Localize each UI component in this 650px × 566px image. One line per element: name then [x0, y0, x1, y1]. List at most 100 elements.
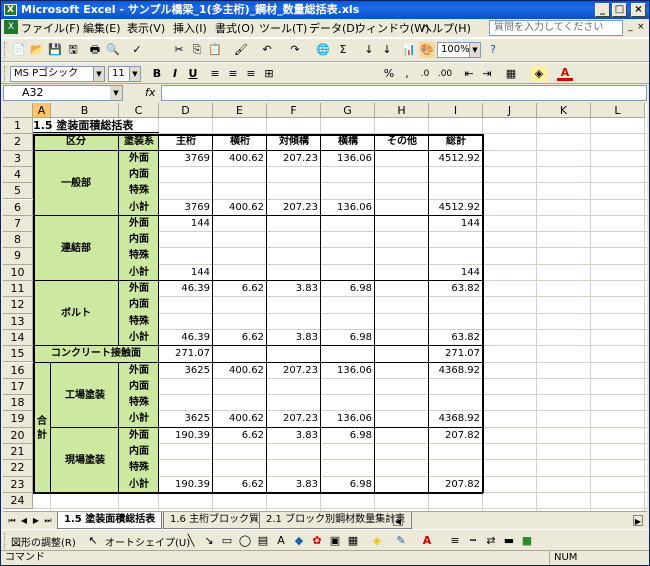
value-cell[interactable]	[375, 428, 429, 444]
row-header-5[interactable]: 5	[3, 183, 33, 200]
undo-icon[interactable]: ↶	[259, 42, 275, 58]
row-header-6[interactable]: 6	[3, 199, 33, 216]
save-icon[interactable]: 💾	[47, 42, 63, 58]
value-cell[interactable]: 3625	[159, 411, 213, 427]
column-header-j[interactable]: J	[483, 103, 537, 118]
arrow-style-icon[interactable]: ⇄	[483, 533, 499, 549]
header-sway[interactable]: 対傾構	[267, 134, 321, 150]
value-cell[interactable]	[375, 477, 429, 493]
value-cell[interactable]: 136.06	[321, 200, 375, 216]
group-bolt[interactable]: ボルト	[33, 281, 119, 346]
column-header-h[interactable]: H	[375, 103, 429, 118]
value-cell[interactable]: 207.23	[267, 151, 321, 167]
value-cell[interactable]	[429, 297, 483, 313]
zoom-select[interactable]: 100% ▼	[437, 42, 481, 58]
group-concrete[interactable]: コンクリート接触面	[33, 346, 159, 362]
fx-icon[interactable]: fx	[145, 86, 155, 99]
value-cell[interactable]	[321, 314, 375, 330]
value-cell[interactable]	[213, 346, 267, 362]
value-cell[interactable]: 3769	[159, 200, 213, 216]
row-header-17[interactable]: 17	[3, 378, 33, 396]
value-cell[interactable]: 4368.92	[429, 411, 483, 427]
column-header-e[interactable]: E	[213, 103, 267, 118]
value-cell[interactable]	[159, 460, 213, 476]
value-cell[interactable]: 3.83	[267, 428, 321, 444]
fill-bucket-icon[interactable]: ◈	[369, 533, 385, 549]
column-header-d[interactable]: D	[159, 103, 213, 118]
document-icon[interactable]: X	[4, 20, 18, 34]
value-cell[interactable]	[321, 248, 375, 264]
font-color-draw-icon[interactable]: A	[419, 533, 435, 549]
tab-sheet-2-1[interactable]: 2.1 ブロック別鋼材数量集計表	[259, 512, 413, 529]
value-cell[interactable]	[213, 297, 267, 313]
help-search-input[interactable]: 質問を入力してください	[489, 20, 623, 36]
value-cell[interactable]: 6.98	[321, 330, 375, 346]
sort-descending-icon[interactable]: ↓	[379, 42, 395, 58]
menu-view[interactable]: 表示(V)	[127, 21, 165, 36]
value-cell[interactable]	[375, 297, 429, 313]
value-cell[interactable]	[267, 167, 321, 183]
value-cell[interactable]: 3769	[159, 151, 213, 167]
value-cell[interactable]	[429, 379, 483, 395]
column-header-i[interactable]: I	[429, 103, 483, 118]
wordart-icon[interactable]: A	[273, 533, 289, 549]
select-all-corner[interactable]	[3, 103, 33, 118]
oval-icon[interactable]: ◯	[237, 533, 253, 549]
row-header-16[interactable]: 16	[3, 362, 33, 379]
picture-icon[interactable]: ▣	[327, 533, 343, 549]
value-cell[interactable]	[321, 395, 375, 411]
value-cell[interactable]: 136.06	[321, 151, 375, 167]
row-header-9[interactable]: 9	[3, 248, 33, 265]
dash-style-icon[interactable]: ┅	[465, 533, 481, 549]
paint-type[interactable]: 内面	[119, 167, 159, 183]
paint-type[interactable]: 小計	[119, 477, 159, 493]
value-cell[interactable]: 3625	[159, 363, 213, 379]
font-size-select[interactable]: 11 ▼	[108, 66, 141, 82]
value-cell[interactable]: 136.06	[321, 411, 375, 427]
clipart-icon[interactable]: ✿	[309, 533, 325, 549]
print-preview-icon[interactable]: 🔍	[105, 42, 121, 58]
decrease-decimal-icon[interactable]: .00	[437, 66, 453, 82]
value-cell[interactable]	[429, 167, 483, 183]
hyperlink-icon[interactable]: 🌐	[315, 42, 331, 58]
menu-tools[interactable]: ツール(T)	[259, 21, 307, 36]
value-cell[interactable]: 6.98	[321, 477, 375, 493]
row-header-15[interactable]: 15	[3, 346, 33, 363]
value-cell[interactable]	[375, 281, 429, 297]
row-header-24[interactable]: 24	[3, 492, 33, 510]
sort-ascending-icon[interactable]: ↓	[361, 42, 377, 58]
header-lateral[interactable]: 横構	[321, 134, 375, 150]
paint-type[interactable]: 外面	[119, 428, 159, 444]
tab-sheet-1-5[interactable]: 1.5 塗装面積総括表	[57, 512, 163, 529]
value-cell[interactable]	[321, 216, 375, 232]
column-header-b[interactable]: B	[51, 103, 119, 118]
value-cell[interactable]: 46.39	[159, 330, 213, 346]
doc-close-button[interactable]: ×	[637, 20, 645, 35]
value-cell[interactable]	[375, 167, 429, 183]
value-cell[interactable]	[321, 265, 375, 281]
value-cell[interactable]	[213, 395, 267, 411]
value-cell[interactable]: 207.82	[429, 428, 483, 444]
row-header-23[interactable]: 23	[3, 476, 33, 493]
format-painter-icon[interactable]: 🖌	[233, 42, 249, 58]
column-header-c[interactable]: C	[119, 103, 159, 118]
value-cell[interactable]	[267, 444, 321, 460]
paint-type[interactable]: 外面	[119, 363, 159, 379]
paint-type[interactable]: 特殊	[119, 248, 159, 264]
value-cell[interactable]: 144	[159, 216, 213, 232]
menu-data[interactable]: データ(D)	[309, 21, 359, 36]
autoshape-menu[interactable]: オートシェイプ(U)	[105, 534, 190, 549]
header-category[interactable]: 区分	[33, 134, 119, 150]
menu-window[interactable]: ウィンドウ(W)	[355, 21, 429, 36]
drawing-icon[interactable]: 🎨	[419, 42, 435, 58]
first-sheet-icon[interactable]: ⏮	[7, 515, 17, 526]
font-select[interactable]: MS Pゴシック ▼	[10, 66, 105, 82]
diagram-icon[interactable]: ◆	[291, 533, 307, 549]
value-cell[interactable]	[375, 460, 429, 476]
hscroll-right-icon[interactable]: ▶	[633, 515, 643, 526]
value-cell[interactable]	[159, 314, 213, 330]
new-icon[interactable]: 📄	[11, 42, 27, 58]
value-cell[interactable]	[375, 395, 429, 411]
chart-wizard-icon[interactable]: 📊	[401, 42, 417, 58]
value-cell[interactable]	[159, 232, 213, 248]
